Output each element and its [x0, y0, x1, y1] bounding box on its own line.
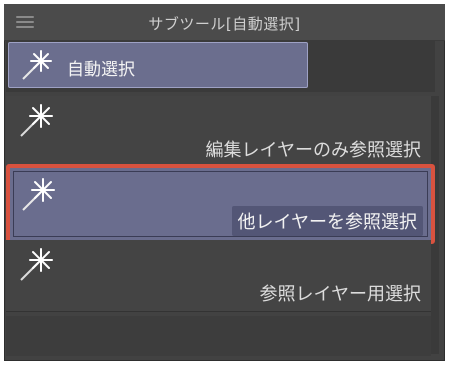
- tool-item-other-layer-reference[interactable]: 他レイヤーを参照選択: [6, 164, 435, 244]
- tool-item-reference-layer[interactable]: 参照レイヤー用選択: [6, 240, 431, 312]
- magic-wand-icon: [22, 178, 55, 211]
- sub-tool-group-tab[interactable]: 自動選択: [8, 42, 308, 88]
- tool-item-label: 参照レイヤー用選択: [259, 284, 421, 305]
- tool-item-edit-layer-only[interactable]: 編集レイヤーのみ参照選択: [6, 96, 431, 168]
- tool-item-label: 他レイヤーを参照選択: [231, 206, 423, 236]
- magic-wand-icon: [22, 50, 52, 80]
- tool-list-empty-area: [6, 316, 431, 356]
- panel-title: サブツール[自動選択]: [148, 15, 301, 33]
- panel-title-bar: サブツール[自動選択]: [4, 4, 445, 41]
- magic-wand-icon: [20, 248, 53, 281]
- tool-item-label: 編集レイヤーのみ参照選択: [205, 140, 421, 161]
- magic-wand-icon: [20, 104, 53, 137]
- sub-tool-group-label: 自動選択: [67, 60, 135, 80]
